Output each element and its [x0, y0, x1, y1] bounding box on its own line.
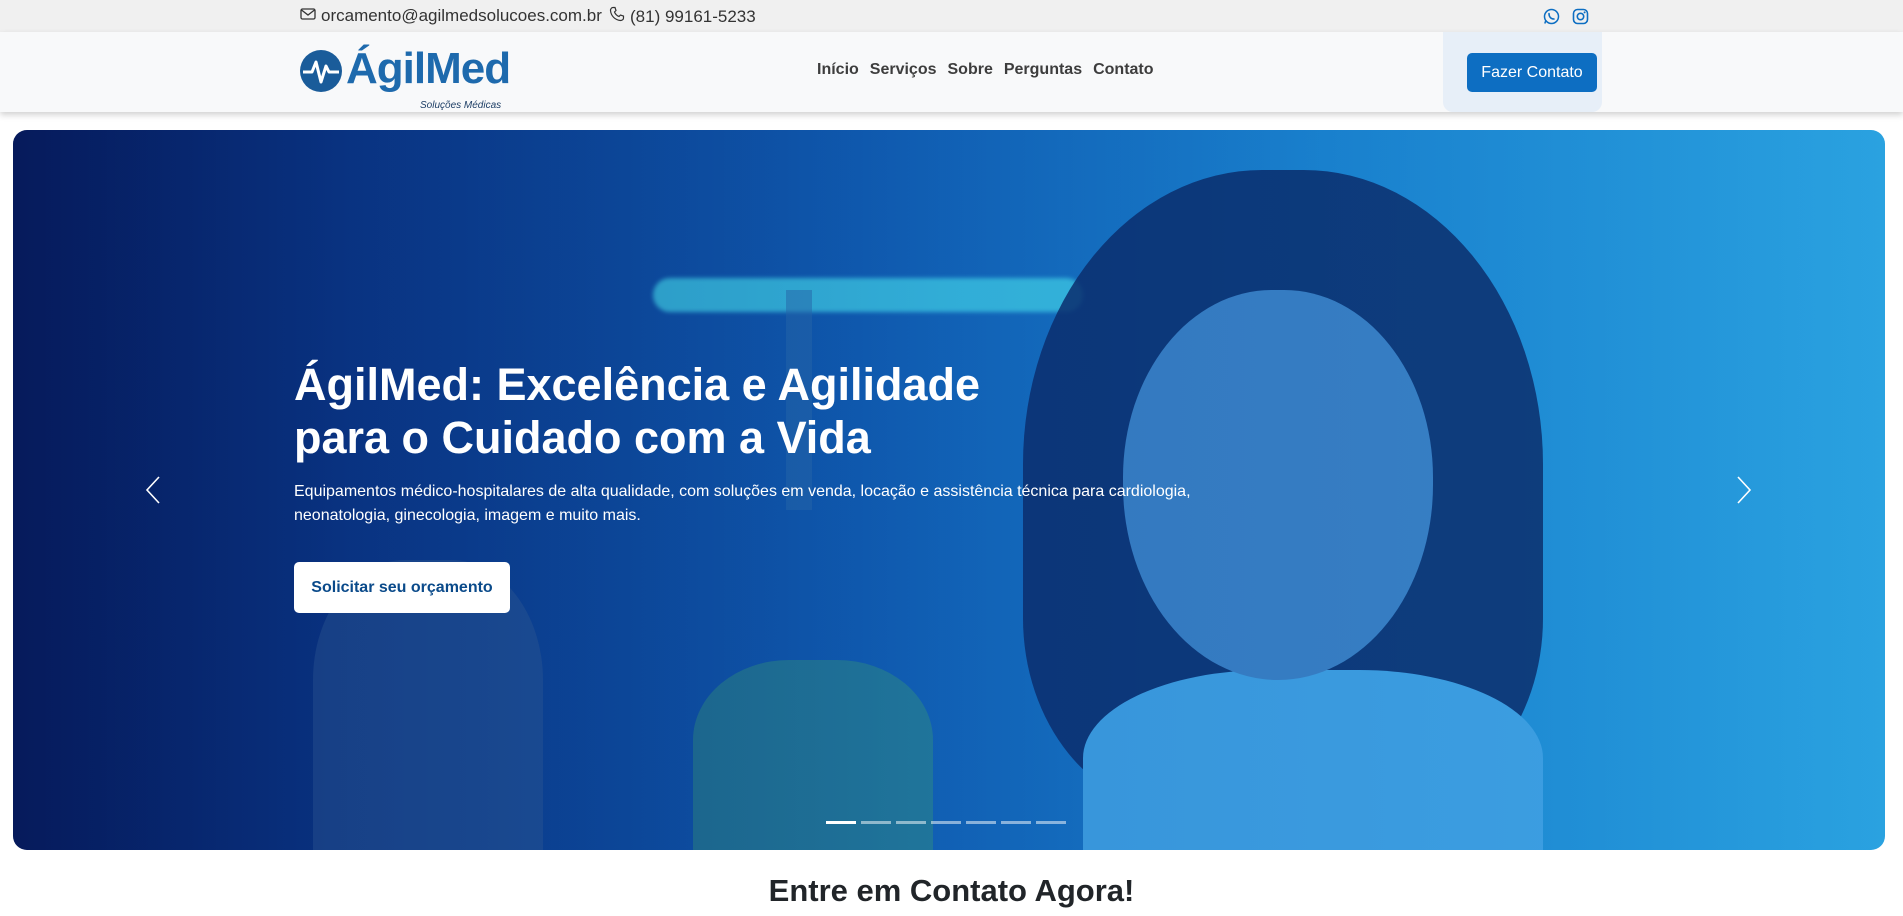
hero-title: ÁgilMed: Excelência e Agilidade para o C… — [294, 358, 1094, 464]
nav-perguntas[interactable]: Perguntas — [1004, 61, 1082, 79]
main-nav: Início Serviços Sobre Perguntas Contato — [817, 61, 1154, 79]
cta-container: Fazer Contato — [1443, 32, 1602, 112]
hero-title-line1: ÁgilMed: Excelência e Agilidade — [294, 359, 981, 410]
carousel-indicator[interactable] — [966, 821, 996, 824]
nav-servicos[interactable]: Serviços — [870, 61, 937, 79]
hero-subtitle: Equipamentos médico-hospitalares de alta… — [294, 483, 1191, 524]
hero-carousel: ÁgilMed: Excelência e Agilidade para o C… — [13, 130, 1885, 850]
carousel-indicators — [826, 821, 1066, 824]
nav-sobre[interactable]: Sobre — [948, 61, 993, 79]
contact-button[interactable]: Fazer Contato — [1467, 53, 1597, 92]
instagram-icon[interactable] — [1570, 6, 1590, 26]
carousel-indicator[interactable] — [896, 821, 926, 824]
nav-contato[interactable]: Contato — [1093, 61, 1153, 79]
whatsapp-icon[interactable] — [1541, 6, 1561, 26]
logo-brand: ÁgilMed — [346, 44, 511, 93]
logo-tagline: Soluções Médicas — [420, 100, 502, 111]
email-text[interactable]: orcamento@agilmedsolucoes.com.br — [321, 6, 602, 26]
phone-icon — [609, 6, 625, 27]
pulse-logo-icon — [300, 50, 342, 92]
carousel-next-icon[interactable] — [1729, 470, 1759, 510]
carousel-indicator[interactable] — [1001, 821, 1031, 824]
mail-icon — [300, 6, 316, 26]
top-bar: orcamento@agilmedsolucoes.com.br (81) 99… — [0, 0, 1903, 32]
carousel-prev-icon[interactable] — [138, 470, 168, 510]
carousel-indicator[interactable] — [861, 821, 891, 824]
phone-text[interactable]: (81) 99161-5233 — [630, 7, 756, 27]
carousel-indicator[interactable] — [931, 821, 961, 824]
carousel-indicator[interactable] — [1036, 821, 1066, 824]
request-quote-button[interactable]: Solicitar seu orçamento — [294, 562, 510, 613]
logo[interactable]: ÁgilMed Soluções Médicas — [300, 44, 520, 111]
site-header: ÁgilMed Soluções Médicas Início Serviços… — [0, 32, 1903, 112]
phone-contact[interactable]: (81) 99161-5233 — [609, 6, 756, 27]
email-contact[interactable]: orcamento@agilmedsolucoes.com.br — [300, 6, 602, 26]
nav-inicio[interactable]: Início — [817, 61, 859, 79]
hero-title-line2: para o Cuidado com a Vida — [294, 412, 871, 463]
carousel-indicator[interactable] — [826, 821, 856, 824]
contact-section-title: Entre em Contato Agora! — [768, 873, 1135, 908]
